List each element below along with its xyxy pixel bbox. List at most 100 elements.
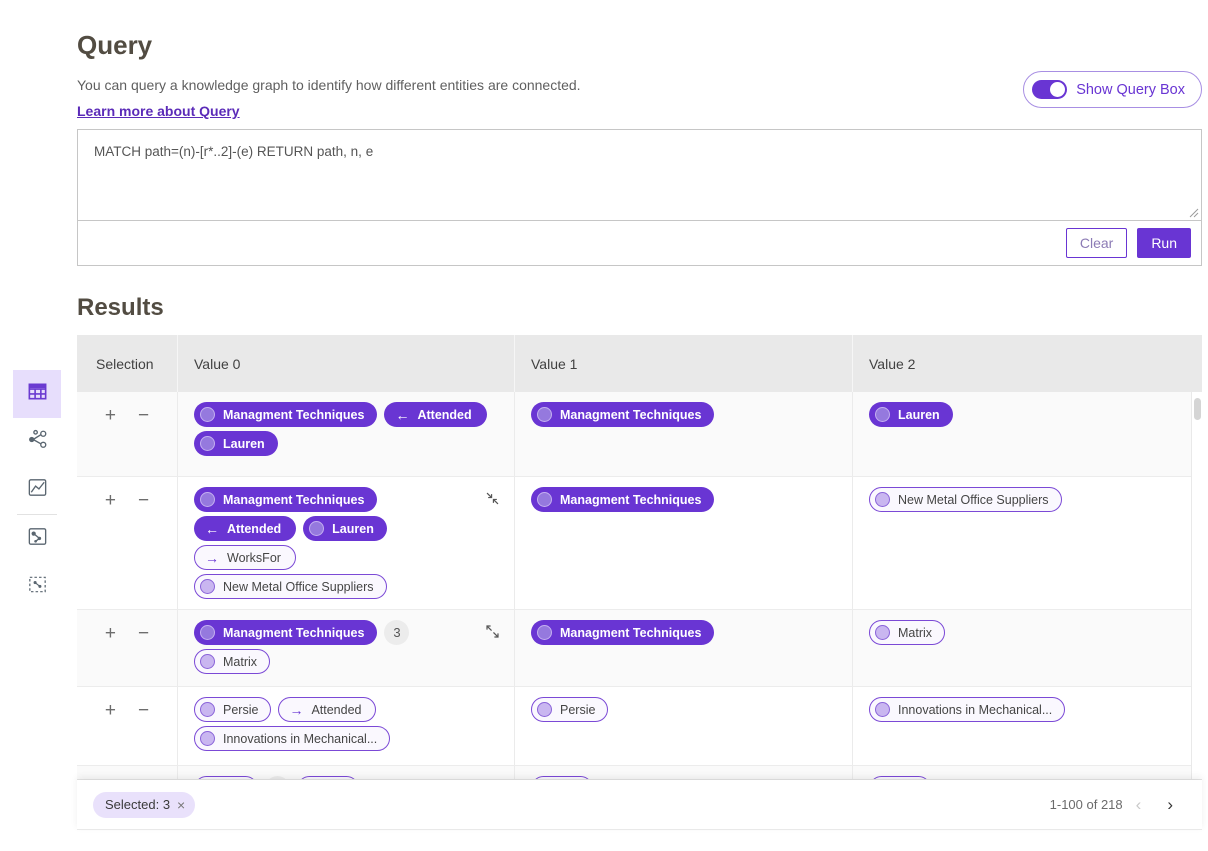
node-circle-icon: [537, 702, 552, 717]
add-to-selection-button[interactable]: +: [105, 624, 116, 643]
node-pill[interactable]: Managment Techniques: [194, 487, 377, 512]
expand-path-icon[interactable]: [484, 623, 501, 645]
view-sidebar: [13, 370, 61, 611]
sidebar-item-graph-view[interactable]: [13, 418, 61, 466]
chart-view-icon: [26, 476, 49, 504]
selection-view-icon: [26, 573, 49, 601]
query-page: Query You can query a knowledge graph to…: [77, 0, 1202, 830]
prev-page-icon[interactable]: ‹: [1123, 796, 1155, 813]
clear-button[interactable]: Clear: [1066, 228, 1127, 258]
column-header: Value 1: [514, 335, 852, 392]
results-title: Results: [77, 294, 1202, 322]
collapse-path-icon[interactable]: [484, 490, 501, 512]
node-pill[interactable]: Managment Techniques: [531, 402, 714, 427]
remove-from-selection-button[interactable]: −: [138, 624, 149, 643]
value2-cell: Lauren: [852, 392, 1202, 476]
node-circle-icon: [200, 579, 215, 594]
selection-cell: [77, 766, 177, 780]
node-pill[interactable]: Lauren: [303, 516, 387, 541]
page-description: You can query a knowledge graph to ident…: [77, 77, 581, 93]
pill-label: Persie: [560, 703, 595, 717]
value0-cell: Managment Techniques ←Attended Lauren: [177, 392, 514, 476]
node-pill[interactable]: Matrix: [869, 620, 945, 645]
node-circle-icon: [875, 407, 890, 422]
query-editor-panel: MATCH path=(n)-[r*..2]-(e) RETURN path, …: [77, 129, 1202, 266]
pill-label: Lauren: [898, 408, 940, 422]
node-circle-icon: [200, 407, 215, 422]
next-page-icon[interactable]: ›: [1154, 796, 1186, 813]
sidebar-item-selection-view[interactable]: [13, 563, 61, 611]
pill-label: Innovations in Mechanical...: [223, 732, 377, 746]
node-pill[interactable]: Matrix: [194, 649, 270, 674]
node-circle-icon: [537, 625, 552, 640]
pill-label: Managment Techniques: [560, 493, 701, 507]
add-to-selection-button[interactable]: +: [105, 406, 116, 425]
pill-label: Managment Techniques: [223, 626, 364, 640]
run-button[interactable]: Run: [1137, 228, 1191, 258]
table-body: +−Managment Techniques←AttendedLaurenMan…: [77, 392, 1202, 780]
node-circle-icon: [537, 407, 552, 422]
pill-label: Lauren: [223, 437, 265, 451]
node-circle-icon: [875, 492, 890, 507]
toggle-switch-icon[interactable]: [1032, 80, 1067, 99]
edge-pill[interactable]: →Attended: [278, 697, 376, 722]
sidebar-item-chart-view[interactable]: [13, 466, 61, 514]
node-pill[interactable]: Innovations in Mechanical...: [194, 726, 390, 751]
learn-more-link[interactable]: Learn more about Query: [77, 103, 240, 119]
count-badge: 3: [384, 620, 409, 645]
node-circle-icon: [875, 702, 890, 717]
pill-label: Lauren: [332, 522, 374, 536]
node-circle-icon: [200, 625, 215, 640]
node-pill[interactable]: Managment Techniques: [531, 487, 714, 512]
selection-cell: +−: [77, 610, 177, 686]
node-pill[interactable]: Persie: [194, 697, 271, 722]
node-pill[interactable]: Persie: [531, 697, 608, 722]
node-pill[interactable]: Managment Techniques: [194, 620, 377, 645]
edge-pill[interactable]: ←Attended: [384, 402, 486, 427]
arrow-left-icon: ←: [395, 408, 409, 422]
node-pill[interactable]: Lauren: [194, 431, 278, 456]
sidebar-item-table-view[interactable]: [13, 370, 61, 418]
graph-view-icon: [26, 428, 49, 456]
query-input-wrap: MATCH path=(n)-[r*..2]-(e) RETURN path, …: [78, 130, 1201, 221]
node-pill[interactable]: New Metal Office Suppliers: [869, 487, 1062, 512]
node-pill[interactable]: Lauren: [869, 402, 953, 427]
page-range-label: 1-100 of 218: [1050, 797, 1123, 812]
page-header-text: You can query a knowledge graph to ident…: [77, 65, 581, 121]
selected-count-chip[interactable]: Selected: 3 ×: [93, 792, 195, 818]
scrollbar-thumb[interactable]: [1194, 398, 1201, 420]
node-circle-icon: [200, 731, 215, 746]
edge-pill[interactable]: →WorksFor: [194, 545, 296, 570]
node-pill[interactable]: Managment Techniques: [194, 402, 377, 427]
show-query-box-toggle[interactable]: Show Query Box: [1023, 71, 1202, 108]
value1-cell: Managment Techniques: [514, 392, 852, 476]
pill-label: New Metal Office Suppliers: [898, 493, 1049, 507]
selection-cell: +−: [77, 687, 177, 765]
selection-cell: +−: [77, 392, 177, 476]
page-header-row: You can query a knowledge graph to ident…: [77, 65, 1202, 121]
column-header: Selection: [77, 335, 177, 392]
sidebar-item-image-view[interactable]: [13, 515, 61, 563]
pill-label: Attended: [227, 522, 281, 536]
node-circle-icon: [309, 521, 324, 536]
pill-label: Matrix: [223, 655, 257, 669]
add-to-selection-button[interactable]: +: [105, 701, 116, 720]
node-pill[interactable]: Innovations in Mechanical...: [869, 697, 1065, 722]
remove-from-selection-button[interactable]: −: [138, 701, 149, 720]
remove-from-selection-button[interactable]: −: [138, 491, 149, 510]
remove-from-selection-button[interactable]: −: [138, 406, 149, 425]
pill-label: New Metal Office Suppliers: [223, 580, 374, 594]
clear-selection-icon[interactable]: ×: [177, 797, 185, 813]
query-input[interactable]: MATCH path=(n)-[r*..2]-(e) RETURN path, …: [78, 130, 1201, 221]
value0-cell: [177, 766, 514, 780]
pill-label: WorksFor: [227, 551, 281, 565]
node-pill[interactable]: New Metal Office Suppliers: [194, 574, 387, 599]
edge-pill[interactable]: ←Attended: [194, 516, 296, 541]
value2-cell: [852, 766, 1202, 780]
add-to-selection-button[interactable]: +: [105, 491, 116, 510]
node-pill[interactable]: Managment Techniques: [531, 620, 714, 645]
pill-label: Managment Techniques: [560, 626, 701, 640]
table-row: +−Managment Techniques3MatrixManagment T…: [77, 610, 1202, 687]
table-scrollbar[interactable]: [1191, 392, 1202, 779]
value1-cell: Persie: [514, 687, 852, 765]
